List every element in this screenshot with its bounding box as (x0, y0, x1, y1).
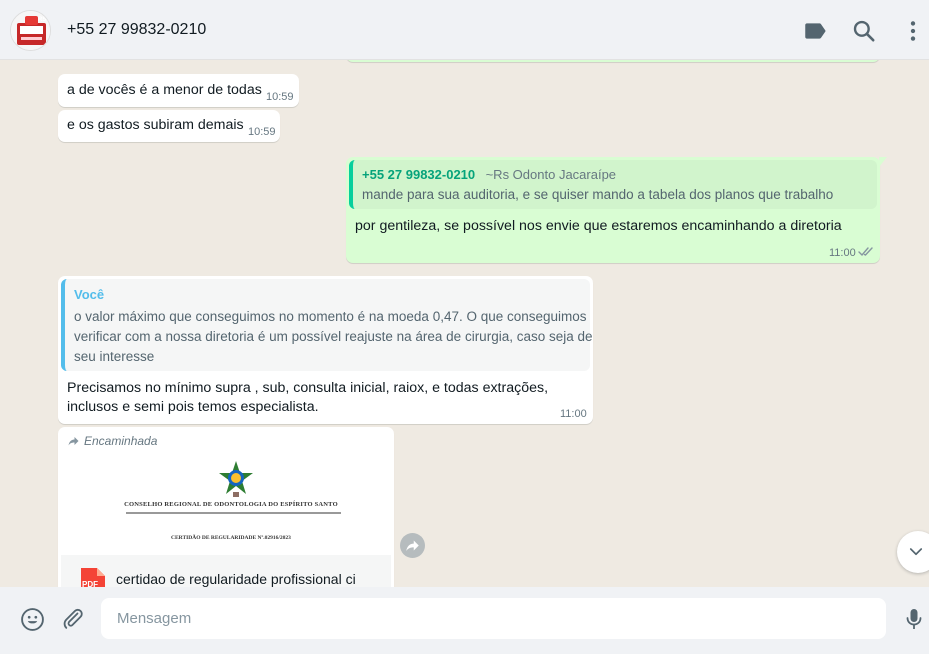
quoted-message[interactable]: Você o valor máximo que conseguimos no m… (61, 279, 593, 371)
emoji-icon[interactable] (20, 607, 45, 632)
quoted-message[interactable]: +55 27 99832-0210 ~Rs Odonto Jacaraípe m… (349, 160, 877, 209)
menu-icon[interactable] (900, 18, 926, 44)
avatar-badge: RS (38, 17, 47, 23)
message-input-container[interactable] (101, 598, 893, 639)
label-icon[interactable] (802, 18, 828, 44)
quote-text: mande para sua auditoria, e se quiser ma… (362, 187, 834, 202)
message-text-line: inclusos e semi pois temos especialista. (67, 399, 319, 415)
forward-icon (406, 540, 419, 552)
message-bubble-incoming[interactable]: Você o valor máximo que conseguimos no m… (58, 276, 593, 424)
message-list[interactable]: a de vocês é a menor de todas 10:59 e os… (0, 60, 929, 587)
quote-text-line: o valor máximo que conseguimos no moment… (74, 309, 587, 324)
double-check-icon (858, 247, 873, 257)
message-bubble-previous[interactable] (346, 60, 880, 62)
document-preview-address (126, 512, 341, 514)
contact-name[interactable]: +55 27 99832-0210 (67, 21, 206, 39)
document-file-name: certidao de regularidade profissional ci (116, 571, 356, 587)
chat-header: RS +55 27 99832-0210 (0, 0, 929, 60)
quote-author-alias: ~Rs Odonto Jacaraípe (485, 167, 617, 182)
message-text: e os gastos subiram demais (67, 117, 244, 133)
message-bubble-incoming[interactable]: a de vocês é a menor de todas 10:59 (58, 74, 299, 107)
file-type-label: PDF (82, 580, 98, 587)
attach-icon[interactable] (61, 607, 85, 631)
message-text: a de vocês é a menor de todas (67, 82, 262, 98)
bubble-tail (879, 157, 887, 167)
message-time: 10:59 (266, 91, 294, 103)
message-text-line: Precisamos no mínimo supra , sub, consul… (67, 380, 549, 396)
message-time: 11:00 (829, 247, 856, 259)
document-info[interactable]: PDF certidao de regularidade profissiona… (61, 555, 391, 587)
message-bubble-incoming[interactable]: e os gastos subiram demais 10:59 (58, 110, 280, 142)
quote-author: Você (74, 287, 105, 302)
scroll-to-bottom-button[interactable] (897, 531, 929, 573)
quote-text-line: verificar com a nossa diretoria é um pos… (74, 329, 593, 344)
coat-of-arms-icon (219, 461, 253, 497)
message-bubble-outgoing[interactable]: +55 27 99832-0210 ~Rs Odonto Jacaraípe m… (346, 157, 887, 263)
document-preview[interactable]: CONSELHO REGIONAL DE ODONTOLOGIA DO ESPÍ… (61, 453, 391, 554)
message-input[interactable] (101, 598, 893, 639)
contact-avatar[interactable]: RS (10, 10, 51, 51)
forwarded-label: Encaminhada (84, 434, 158, 448)
microphone-icon[interactable] (902, 607, 926, 631)
chevron-down-icon (909, 548, 923, 556)
forward-icon (68, 437, 79, 446)
message-text: por gentileza, se possível nos envie que… (355, 218, 842, 234)
quote-author: +55 27 99832-0210 (362, 167, 476, 182)
search-icon[interactable] (851, 18, 877, 44)
quote-text-line: seu interesse (74, 349, 155, 364)
message-time: 10:59 (248, 126, 276, 138)
message-bubble-document[interactable]: Encaminhada CONSELHO REGIONAL DE ODONTOL… (58, 427, 394, 587)
forward-message-button[interactable] (400, 533, 425, 558)
message-time: 11:00 (560, 408, 587, 420)
compose-bar (0, 587, 929, 654)
document-preview-org: CONSELHO REGIONAL DE ODONTOLOGIA DO ESPÍ… (124, 501, 338, 508)
document-preview-title: CERTIDÃO DE REGULARIDADE Nº.02916/2023 (171, 535, 291, 541)
